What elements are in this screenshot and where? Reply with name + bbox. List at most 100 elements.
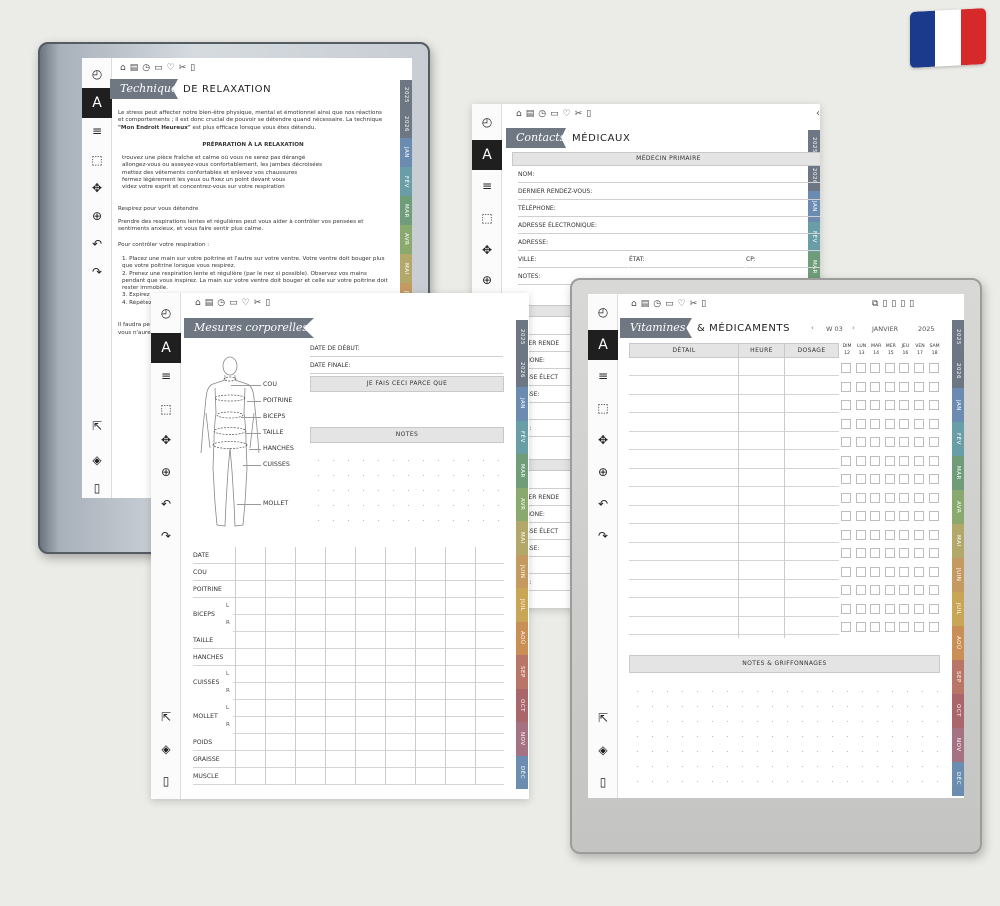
list-icon[interactable]: ▤ (205, 298, 214, 308)
vit-checkbox[interactable] (914, 566, 924, 577)
vit-checkbox[interactable] (899, 363, 910, 373)
tab-mar[interactable]: MAR (952, 456, 964, 490)
vit-row-line[interactable] (629, 375, 839, 376)
eraser-icon[interactable]: ⬚ (472, 208, 502, 228)
vit-checkbox[interactable] (928, 548, 939, 558)
page-grid-icon[interactable]: ⧉ (872, 299, 878, 309)
vit-checkbox[interactable] (884, 603, 895, 614)
tab-mar[interactable]: MAR (400, 196, 412, 225)
undo-icon[interactable]: ↶ (588, 494, 618, 514)
vit-checkbox[interactable] (841, 455, 851, 466)
tab-déc[interactable]: DÉC (516, 755, 528, 789)
vit-checkbox[interactable] (870, 622, 881, 632)
next-week-button[interactable]: › (852, 324, 855, 332)
contact-field-etat[interactable]: ÉTAT: (629, 256, 745, 268)
vit-checkbox[interactable] (884, 585, 895, 595)
tab-fév[interactable]: FÉV (952, 422, 964, 456)
vit-checkbox[interactable] (914, 437, 924, 447)
vit-checkbox[interactable] (855, 566, 866, 577)
start-date-field[interactable]: DATE DE DÉBUT: (310, 345, 503, 357)
contact-field-ville[interactable]: VILLE: (518, 256, 628, 268)
redo-icon[interactable]: ↷ (151, 526, 181, 546)
eraser-icon[interactable]: ⬚ (151, 399, 181, 419)
vit-checkbox[interactable] (914, 585, 924, 595)
folder-icon[interactable]: ▭ (550, 109, 559, 119)
pen-icon[interactable]: A (588, 330, 618, 360)
page-link-icon[interactable]: ▯ (891, 299, 896, 309)
vit-row-line[interactable] (629, 504, 839, 506)
vit-checkbox[interactable] (870, 474, 881, 484)
tab-avr[interactable]: AVR (516, 487, 528, 521)
pen-icon[interactable]: A (472, 140, 502, 170)
vit-checkbox[interactable] (914, 455, 924, 466)
contact-field[interactable]: NOM: (518, 171, 820, 183)
vit-checkbox[interactable] (841, 622, 851, 632)
folder-icon[interactable]: ▭ (229, 298, 238, 308)
vit-checkbox[interactable] (928, 455, 939, 466)
measure-row-line[interactable] (233, 733, 504, 734)
menu-icon[interactable]: ≡ (151, 366, 181, 386)
vit-checkbox[interactable] (870, 548, 881, 558)
heart-icon[interactable]: ♡ (242, 298, 250, 308)
vit-checkbox[interactable] (855, 529, 866, 540)
move-icon[interactable]: ✥ (151, 430, 181, 450)
vit-checkbox[interactable] (870, 418, 881, 429)
home-icon[interactable]: ⌂ (120, 63, 126, 73)
tab-mai[interactable]: MAI (400, 254, 412, 283)
tab-fév[interactable]: FÉV (516, 420, 528, 454)
vit-checkbox[interactable] (855, 511, 866, 521)
timer-icon[interactable]: ◴ (151, 303, 181, 323)
vit-checkbox[interactable] (870, 400, 881, 410)
contact-field-cp[interactable]: CP: (746, 256, 820, 268)
timer-icon[interactable]: ◴ (82, 64, 112, 84)
redo-icon[interactable]: ↷ (588, 526, 618, 546)
vit-checkbox[interactable] (870, 511, 881, 521)
tab-juin[interactable]: JUIN (516, 554, 528, 588)
vit-checkbox[interactable] (899, 437, 910, 447)
tab-avr[interactable]: AVR (952, 490, 964, 524)
vit-checkbox[interactable] (884, 622, 895, 632)
vit-checkbox[interactable] (855, 455, 866, 466)
vit-checkbox[interactable] (899, 381, 910, 392)
vit-checkbox[interactable] (899, 566, 910, 577)
end-date-field[interactable]: DATE FINALE: (310, 362, 503, 374)
tab-2026[interactable]: 2026 (400, 109, 412, 138)
tab-2025[interactable]: 2025 (952, 320, 964, 354)
vit-checkbox[interactable] (899, 474, 910, 484)
vit-checkbox[interactable] (870, 437, 881, 447)
page-copy-icon[interactable]: ▯ (900, 299, 905, 309)
menu-icon[interactable]: ≡ (472, 176, 502, 196)
vit-checkbox[interactable] (914, 492, 924, 503)
move-icon[interactable]: ✥ (82, 178, 112, 198)
contact-field[interactable]: DERNIER RENDEZ-VOUS: (518, 188, 820, 200)
eraser-icon[interactable]: ⬚ (82, 150, 112, 170)
vit-checkbox[interactable] (870, 566, 881, 577)
zoom-icon[interactable]: ⊕ (82, 206, 112, 226)
vit-checkbox[interactable] (841, 492, 851, 503)
vit-checkbox[interactable] (884, 418, 895, 429)
timer-icon[interactable]: ◴ (472, 112, 502, 132)
timer-icon[interactable]: ◴ (588, 302, 618, 322)
file-icon[interactable]: ▯ (265, 298, 270, 308)
measure-row-line[interactable] (193, 784, 504, 785)
tab-sep[interactable]: SEP (516, 655, 528, 689)
tab-2025[interactable]: 2025 (516, 320, 528, 354)
vit-checkbox[interactable] (899, 603, 910, 614)
layers-icon[interactable]: ◈ (588, 740, 618, 760)
export-icon[interactable]: ⇱ (82, 416, 112, 436)
vit-checkbox[interactable] (914, 418, 924, 429)
tab-sep[interactable]: SEP (952, 660, 964, 694)
tab-juil[interactable]: JUIL (952, 592, 964, 626)
prev-week-button[interactable]: ‹ (811, 324, 814, 332)
measure-row-line[interactable] (233, 614, 504, 615)
measure-row-line[interactable] (193, 580, 504, 581)
pen-icon[interactable]: A (82, 88, 112, 118)
vit-checkbox[interactable] (884, 474, 895, 484)
vit-checkbox[interactable] (928, 511, 939, 521)
contact-field[interactable]: TÉLÉPHONE: (518, 205, 820, 217)
vit-checkbox[interactable] (914, 400, 924, 410)
measure-row-line[interactable] (233, 716, 504, 717)
vit-checkbox[interactable] (841, 418, 851, 429)
tools-icon[interactable]: ✂ (690, 299, 698, 309)
clock-icon[interactable]: ◷ (217, 298, 225, 308)
